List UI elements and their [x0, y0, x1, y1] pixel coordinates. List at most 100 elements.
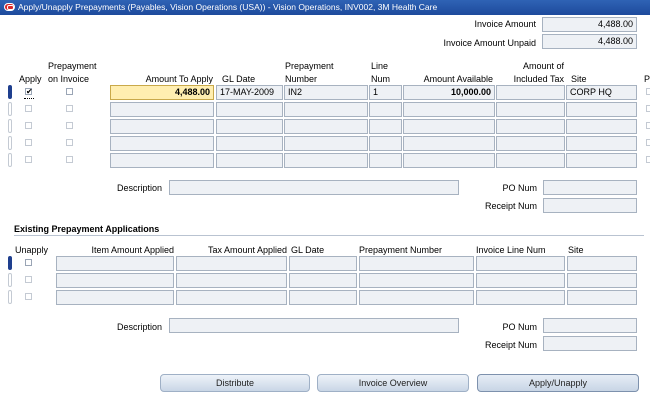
prepayment-number-field[interactable]	[284, 136, 368, 151]
gl-date-field[interactable]	[216, 136, 283, 151]
amount-to-apply-field[interactable]: 4,488.00	[110, 85, 214, 100]
row-indicator[interactable]	[8, 119, 12, 133]
col-line-num-1: Line	[371, 61, 389, 71]
unapply-checkbox[interactable]	[25, 276, 32, 283]
prepayment-number-field[interactable]	[284, 102, 368, 117]
amount-available-field[interactable]	[403, 153, 495, 168]
amount-to-apply-field[interactable]	[110, 119, 214, 134]
col-existing-gl-date: GL Date	[291, 245, 325, 255]
existing-site-field[interactable]	[567, 273, 637, 288]
prepayment-on-invoice-checkbox[interactable]	[66, 88, 73, 95]
row-indicator[interactable]	[8, 102, 12, 116]
line-num-field[interactable]: 1	[369, 85, 402, 100]
existing-gl-date-field[interactable]	[289, 273, 357, 288]
gl-date-field[interactable]	[216, 119, 283, 134]
existing-description-field[interactable]	[169, 318, 459, 333]
row-indicator[interactable]	[8, 153, 12, 167]
site-field[interactable]	[566, 102, 637, 117]
prepayment-on-invoice-checkbox[interactable]	[66, 139, 73, 146]
item-amount-applied-field[interactable]	[56, 273, 174, 288]
existing-gl-date-field[interactable]	[289, 256, 357, 271]
apply-checkbox[interactable]	[25, 105, 32, 112]
amount-to-apply-field[interactable]	[110, 102, 214, 117]
included-tax-field[interactable]	[496, 102, 565, 117]
unapply-checkbox[interactable]	[25, 293, 32, 300]
existing-row-indicator[interactable]	[8, 256, 12, 270]
gl-date-field[interactable]: 17-MAY-2009	[216, 85, 283, 100]
invoice-amount-unpaid-field[interactable]: 4,488.00	[542, 34, 637, 49]
existing-receipt-num-field[interactable]	[543, 336, 637, 351]
existing-po-num-field[interactable]	[543, 318, 637, 333]
po-num-field[interactable]	[543, 180, 637, 195]
amount-to-apply-field[interactable]	[110, 153, 214, 168]
truncated-column-checkbox[interactable]	[646, 139, 650, 146]
invoice-line-num-field[interactable]	[476, 290, 565, 305]
invoice-overview-button[interactable]: Invoice Overview	[317, 374, 469, 392]
receipt-num-label: Receipt Num	[484, 201, 537, 211]
apply-checkbox[interactable]	[25, 156, 32, 163]
col-existing-prepayment-number: Prepayment Number	[359, 245, 443, 255]
existing-site-field[interactable]	[567, 256, 637, 271]
apply-checkbox[interactable]: ✔	[25, 88, 33, 96]
truncated-column-checkbox[interactable]	[646, 88, 650, 95]
included-tax-field[interactable]	[496, 119, 565, 134]
line-num-field[interactable]	[369, 102, 402, 117]
prepayment-number-field[interactable]	[284, 153, 368, 168]
included-tax-field[interactable]	[496, 153, 565, 168]
col-included-tax-1: Amount of	[522, 61, 564, 71]
row-indicator[interactable]	[8, 85, 12, 99]
existing-prepayment-number-field[interactable]	[359, 273, 474, 288]
amount-available-field[interactable]	[403, 136, 495, 151]
receipt-num-field[interactable]	[543, 198, 637, 213]
prepayment-number-field[interactable]	[284, 119, 368, 134]
gl-date-field[interactable]	[216, 153, 283, 168]
amount-available-field[interactable]	[403, 102, 495, 117]
existing-gl-date-field[interactable]	[289, 290, 357, 305]
tax-amount-applied-field[interactable]	[176, 256, 287, 271]
truncated-column-checkbox[interactable]	[646, 105, 650, 112]
col-tax-amount-applied: Tax Amount Applied	[207, 245, 287, 255]
existing-po-num-label: PO Num	[502, 322, 537, 332]
invoice-line-num-field[interactable]	[476, 273, 565, 288]
row-indicator[interactable]	[8, 136, 12, 150]
tax-amount-applied-field[interactable]	[176, 290, 287, 305]
invoice-line-num-field[interactable]	[476, 256, 565, 271]
apply-checkbox[interactable]	[25, 139, 32, 146]
prepayment-on-invoice-checkbox[interactable]	[66, 122, 73, 129]
prepayment-on-invoice-checkbox[interactable]	[66, 105, 73, 112]
truncated-column-checkbox[interactable]	[646, 156, 650, 163]
invoice-amount-field[interactable]: 4,488.00	[542, 17, 637, 32]
gl-date-field[interactable]	[216, 102, 283, 117]
col-unapply: Unapply	[15, 245, 49, 255]
amount-available-field[interactable]	[403, 119, 495, 134]
existing-prepayment-number-field[interactable]	[359, 290, 474, 305]
line-num-field[interactable]	[369, 136, 402, 151]
col-apply: Apply	[19, 74, 42, 84]
included-tax-field[interactable]	[496, 85, 565, 100]
distribute-button[interactable]: Distribute	[160, 374, 310, 392]
amount-available-field[interactable]: 10,000.00	[403, 85, 495, 100]
description-field[interactable]	[169, 180, 459, 195]
line-num-field[interactable]	[369, 153, 402, 168]
tax-amount-applied-field[interactable]	[176, 273, 287, 288]
included-tax-field[interactable]	[496, 136, 565, 151]
amount-to-apply-field[interactable]	[110, 136, 214, 151]
existing-prepayment-number-field[interactable]	[359, 256, 474, 271]
apply-unapply-button[interactable]: Apply/Unapply	[477, 374, 639, 392]
prepayment-on-invoice-checkbox[interactable]	[66, 156, 73, 163]
existing-row-indicator[interactable]	[8, 273, 12, 287]
site-field[interactable]	[566, 119, 637, 134]
unapply-checkbox[interactable]	[25, 259, 32, 266]
site-field[interactable]: CORP HQ	[566, 85, 637, 100]
truncated-column-checkbox[interactable]	[646, 122, 650, 129]
site-field[interactable]	[566, 153, 637, 168]
site-field[interactable]	[566, 136, 637, 151]
prepayment-number-field[interactable]: IN2	[284, 85, 368, 100]
apply-checkbox[interactable]	[25, 122, 32, 129]
invoice-amount-label: Invoice Amount	[474, 19, 536, 29]
existing-site-field[interactable]	[567, 290, 637, 305]
item-amount-applied-field[interactable]	[56, 290, 174, 305]
line-num-field[interactable]	[369, 119, 402, 134]
existing-row-indicator[interactable]	[8, 290, 12, 304]
item-amount-applied-field[interactable]	[56, 256, 174, 271]
